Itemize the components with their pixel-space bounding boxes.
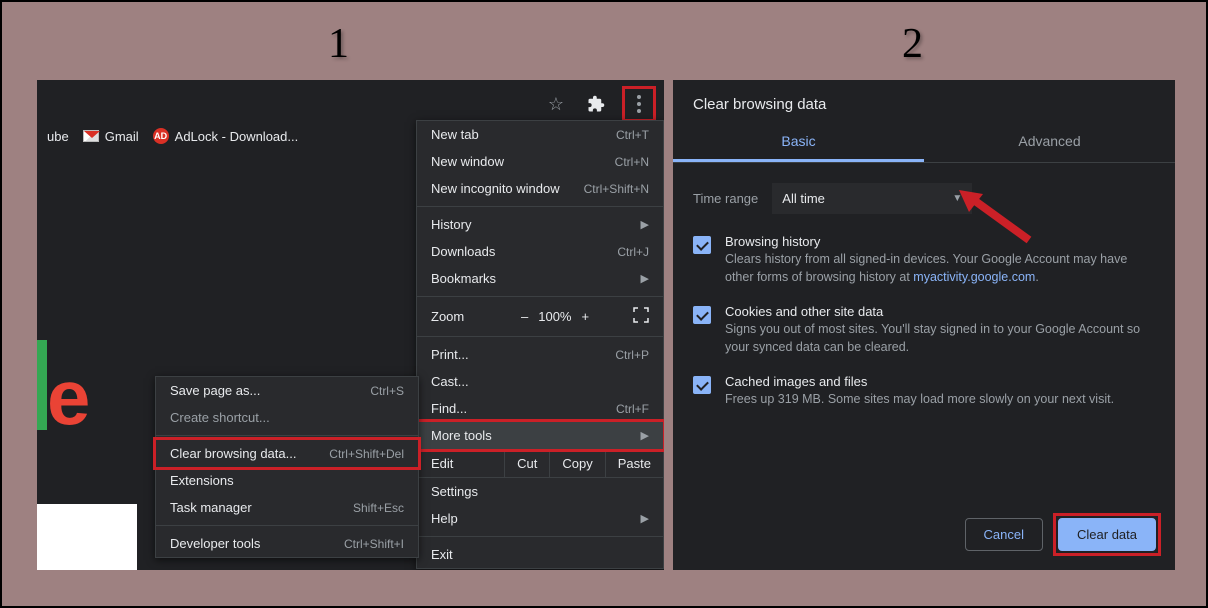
tab-basic[interactable]: Basic — [673, 123, 924, 162]
menu-settings[interactable]: Settings — [417, 478, 663, 505]
menu-downloads[interactable]: DownloadsCtrl+J — [417, 238, 663, 265]
submenu-save-page[interactable]: Save page as...Ctrl+S — [156, 377, 418, 404]
submenu-clear-browsing-data[interactable]: Clear browsing data...Ctrl+Shift+Del — [153, 437, 421, 470]
zoom-label: Zoom — [431, 309, 511, 324]
menu-incognito[interactable]: New incognito windowCtrl+Shift+N — [417, 175, 663, 202]
chevron-right-icon: ▶ — [641, 429, 649, 442]
chevron-down-icon: ▼ — [952, 193, 962, 204]
step-1-label: 1 — [328, 20, 349, 68]
step-2-label: 2 — [902, 20, 923, 68]
submenu-task-manager[interactable]: Task managerShift+Esc — [156, 494, 418, 521]
clear-data-button[interactable]: Clear data — [1058, 518, 1156, 551]
option-cached: Cached images and files Frees up 319 MB.… — [673, 364, 1175, 417]
kebab-menu-icon[interactable] — [629, 91, 649, 117]
checkbox-cached[interactable] — [693, 376, 711, 394]
edit-label: Edit — [417, 450, 504, 477]
menu-print[interactable]: Print...Ctrl+P — [417, 341, 663, 368]
time-range-label: Time range — [693, 191, 758, 206]
time-range-value: All time — [782, 191, 825, 206]
bookmark-gmail-label: Gmail — [105, 129, 139, 144]
zoom-out-button[interactable]: – — [521, 309, 528, 324]
checkbox-cookies[interactable] — [693, 306, 711, 324]
dialog-title: Clear browsing data — [673, 80, 1175, 117]
menu-edit: Edit Cut Copy Paste — [417, 449, 663, 478]
menu-new-tab[interactable]: New tabCtrl+T — [417, 121, 663, 148]
cancel-button[interactable]: Cancel — [965, 518, 1043, 551]
time-range-select[interactable]: All time ▼ — [772, 183, 972, 214]
gmail-icon — [83, 130, 99, 142]
menu-new-window[interactable]: New windowCtrl+N — [417, 148, 663, 175]
bookmarks-bar: ube Gmail AD AdLock - Download... — [37, 122, 308, 150]
option-cookies: Cookies and other site data Signs you ou… — [673, 294, 1175, 364]
menu-history[interactable]: History▶ — [417, 211, 663, 238]
option-cached-desc: Frees up 319 MB. Some sites may load mor… — [725, 391, 1114, 409]
submenu-extensions[interactable]: Extensions — [156, 467, 418, 494]
page-content-fragment — [37, 504, 137, 570]
bookmark-star-icon[interactable]: ☆ — [542, 90, 570, 118]
menu-help[interactable]: Help▶ — [417, 505, 663, 532]
option-browsing-history-desc: Clears history from all signed-in device… — [725, 251, 1155, 286]
tab-advanced[interactable]: Advanced — [924, 123, 1175, 162]
extensions-puzzle-icon[interactable] — [582, 90, 610, 118]
option-cookies-title: Cookies and other site data — [725, 304, 1155, 319]
more-tools-submenu: Save page as...Ctrl+S Create shortcut...… — [155, 376, 419, 558]
chrome-window: ☆ ube Gmail AD AdLock - Download... e Ne… — [37, 80, 664, 570]
option-cookies-desc: Signs you out of most sites. You'll stay… — [725, 321, 1155, 356]
edit-paste-button[interactable]: Paste — [605, 450, 663, 477]
edit-copy-button[interactable]: Copy — [549, 450, 604, 477]
adlock-icon: AD — [153, 128, 169, 144]
bookmark-adlock-label: AdLock - Download... — [175, 129, 299, 144]
myactivity-link[interactable]: myactivity.google.com — [913, 270, 1035, 284]
chrome-main-menu: New tabCtrl+T New windowCtrl+N New incog… — [416, 120, 664, 569]
google-logo-fragment: e — [37, 340, 97, 440]
edit-cut-button[interactable]: Cut — [504, 450, 549, 477]
clear-browsing-data-dialog: Clear browsing data Basic Advanced Time … — [673, 80, 1175, 570]
bookmark-adlock[interactable]: AD AdLock - Download... — [153, 128, 299, 144]
submenu-create-shortcut[interactable]: Create shortcut... — [156, 404, 418, 431]
menu-find[interactable]: Find...Ctrl+F — [417, 395, 663, 422]
bookmark-youtube[interactable]: ube — [47, 129, 69, 144]
option-cached-title: Cached images and files — [725, 374, 1114, 389]
chevron-right-icon: ▶ — [641, 218, 649, 231]
option-browsing-history-title: Browsing history — [725, 234, 1155, 249]
chevron-right-icon: ▶ — [641, 272, 649, 285]
submenu-developer-tools[interactable]: Developer toolsCtrl+Shift+I — [156, 530, 418, 557]
menu-exit[interactable]: Exit — [417, 541, 663, 568]
menu-more-tools[interactable]: More tools▶ — [414, 419, 664, 452]
chevron-right-icon: ▶ — [641, 512, 649, 525]
bookmark-gmail[interactable]: Gmail — [83, 129, 139, 144]
checkbox-browsing-history[interactable] — [693, 236, 711, 254]
menu-bookmarks[interactable]: Bookmarks▶ — [417, 265, 663, 292]
menu-button-highlight — [622, 86, 656, 122]
option-browsing-history: Browsing history Clears history from all… — [673, 224, 1175, 294]
zoom-in-button[interactable]: + — [581, 309, 589, 324]
menu-zoom: Zoom – 100% + — [417, 301, 663, 332]
zoom-percent: 100% — [538, 309, 571, 324]
dialog-tabs: Basic Advanced — [673, 123, 1175, 163]
clear-data-highlight: Clear data — [1053, 513, 1161, 556]
fullscreen-icon[interactable] — [633, 307, 649, 326]
menu-cast[interactable]: Cast... — [417, 368, 663, 395]
